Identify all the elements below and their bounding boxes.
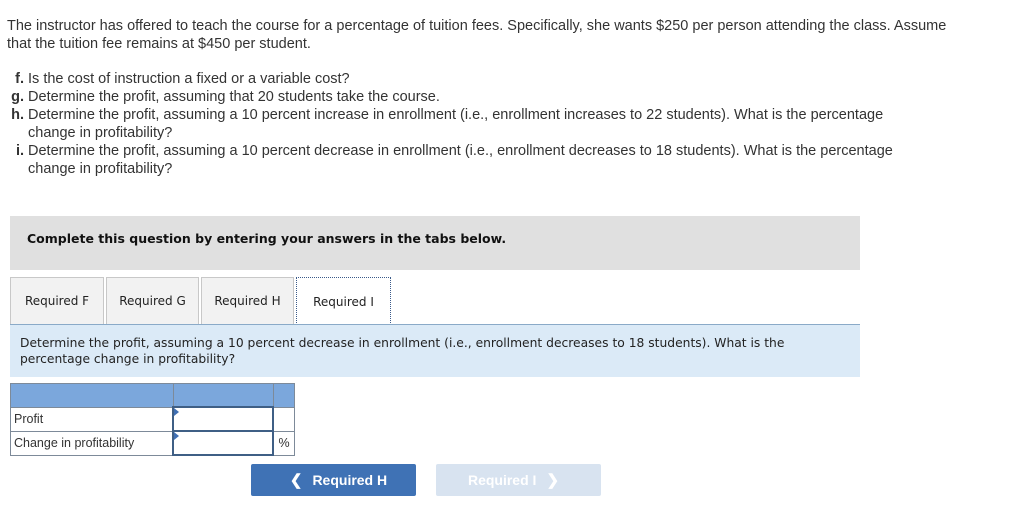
question-g: g. Determine the profit, assuming that 2… xyxy=(7,88,907,106)
chevron-right-icon: ❯ xyxy=(546,472,560,489)
unit-cell xyxy=(272,406,295,432)
question-text: Determine the profit, assuming a 10 perc… xyxy=(28,143,893,177)
header-cell xyxy=(272,383,295,408)
profit-input[interactable] xyxy=(174,409,272,429)
tab-required-f[interactable]: Required F xyxy=(10,277,104,324)
question-letter: h. xyxy=(11,107,24,123)
row-label: Change in profitability xyxy=(10,430,174,456)
tab-bar: Required F Required G Required H Require… xyxy=(10,277,393,325)
tab-required-h[interactable]: Required H xyxy=(201,277,294,324)
header-cell xyxy=(172,383,274,408)
row-label: Profit xyxy=(10,406,174,432)
question-prompt: Determine the profit, assuming a 10 perc… xyxy=(10,325,860,377)
prompt-text: Determine the profit, assuming a 10 perc… xyxy=(20,336,785,366)
table-row-change: Change in profitability % xyxy=(10,430,295,456)
instructions-banner: Complete this question by entering your … xyxy=(10,216,860,270)
question-h: h. Determine the profit, assuming a 10 p… xyxy=(7,106,907,142)
table-header-row xyxy=(10,383,295,408)
change-input-cell[interactable] xyxy=(172,430,274,456)
banner-text: Complete this question by entering your … xyxy=(27,231,507,246)
question-list: f. Is the cost of instruction a fixed or… xyxy=(7,70,907,178)
tab-required-i[interactable]: Required I xyxy=(296,277,391,325)
unit-cell: % xyxy=(272,430,295,456)
question-text: Is the cost of instruction a fixed or a … xyxy=(28,71,350,87)
change-in-profitability-input[interactable] xyxy=(174,433,272,453)
table-row-profit: Profit xyxy=(10,406,295,432)
input-marker-icon xyxy=(174,432,179,440)
question-letter: g. xyxy=(11,89,24,105)
header-cell xyxy=(10,383,174,408)
question-text: Determine the profit, assuming a 10 perc… xyxy=(28,107,884,141)
prev-required-h-button[interactable]: ❮ Required H xyxy=(251,464,416,496)
question-text: Determine the profit, assuming that 20 s… xyxy=(28,89,440,105)
question-letter: i. xyxy=(15,143,24,159)
prev-button-label: Required H xyxy=(312,472,388,488)
answer-table: Profit Change in profitability % xyxy=(10,383,295,456)
problem-intro: The instructor has offered to teach the … xyxy=(7,18,947,52)
question-letter: f. xyxy=(15,71,24,87)
chevron-left-icon: ❮ xyxy=(289,472,303,489)
profit-input-cell[interactable] xyxy=(172,406,274,432)
question-i: i. Determine the profit, assuming a 10 p… xyxy=(7,142,907,178)
input-marker-icon xyxy=(174,408,179,416)
next-required-i-button[interactable]: Required I ❯ xyxy=(436,464,601,496)
next-button-label: Required I xyxy=(467,472,537,488)
question-f: f. Is the cost of instruction a fixed or… xyxy=(7,70,907,88)
tab-required-g[interactable]: Required G xyxy=(106,277,199,324)
